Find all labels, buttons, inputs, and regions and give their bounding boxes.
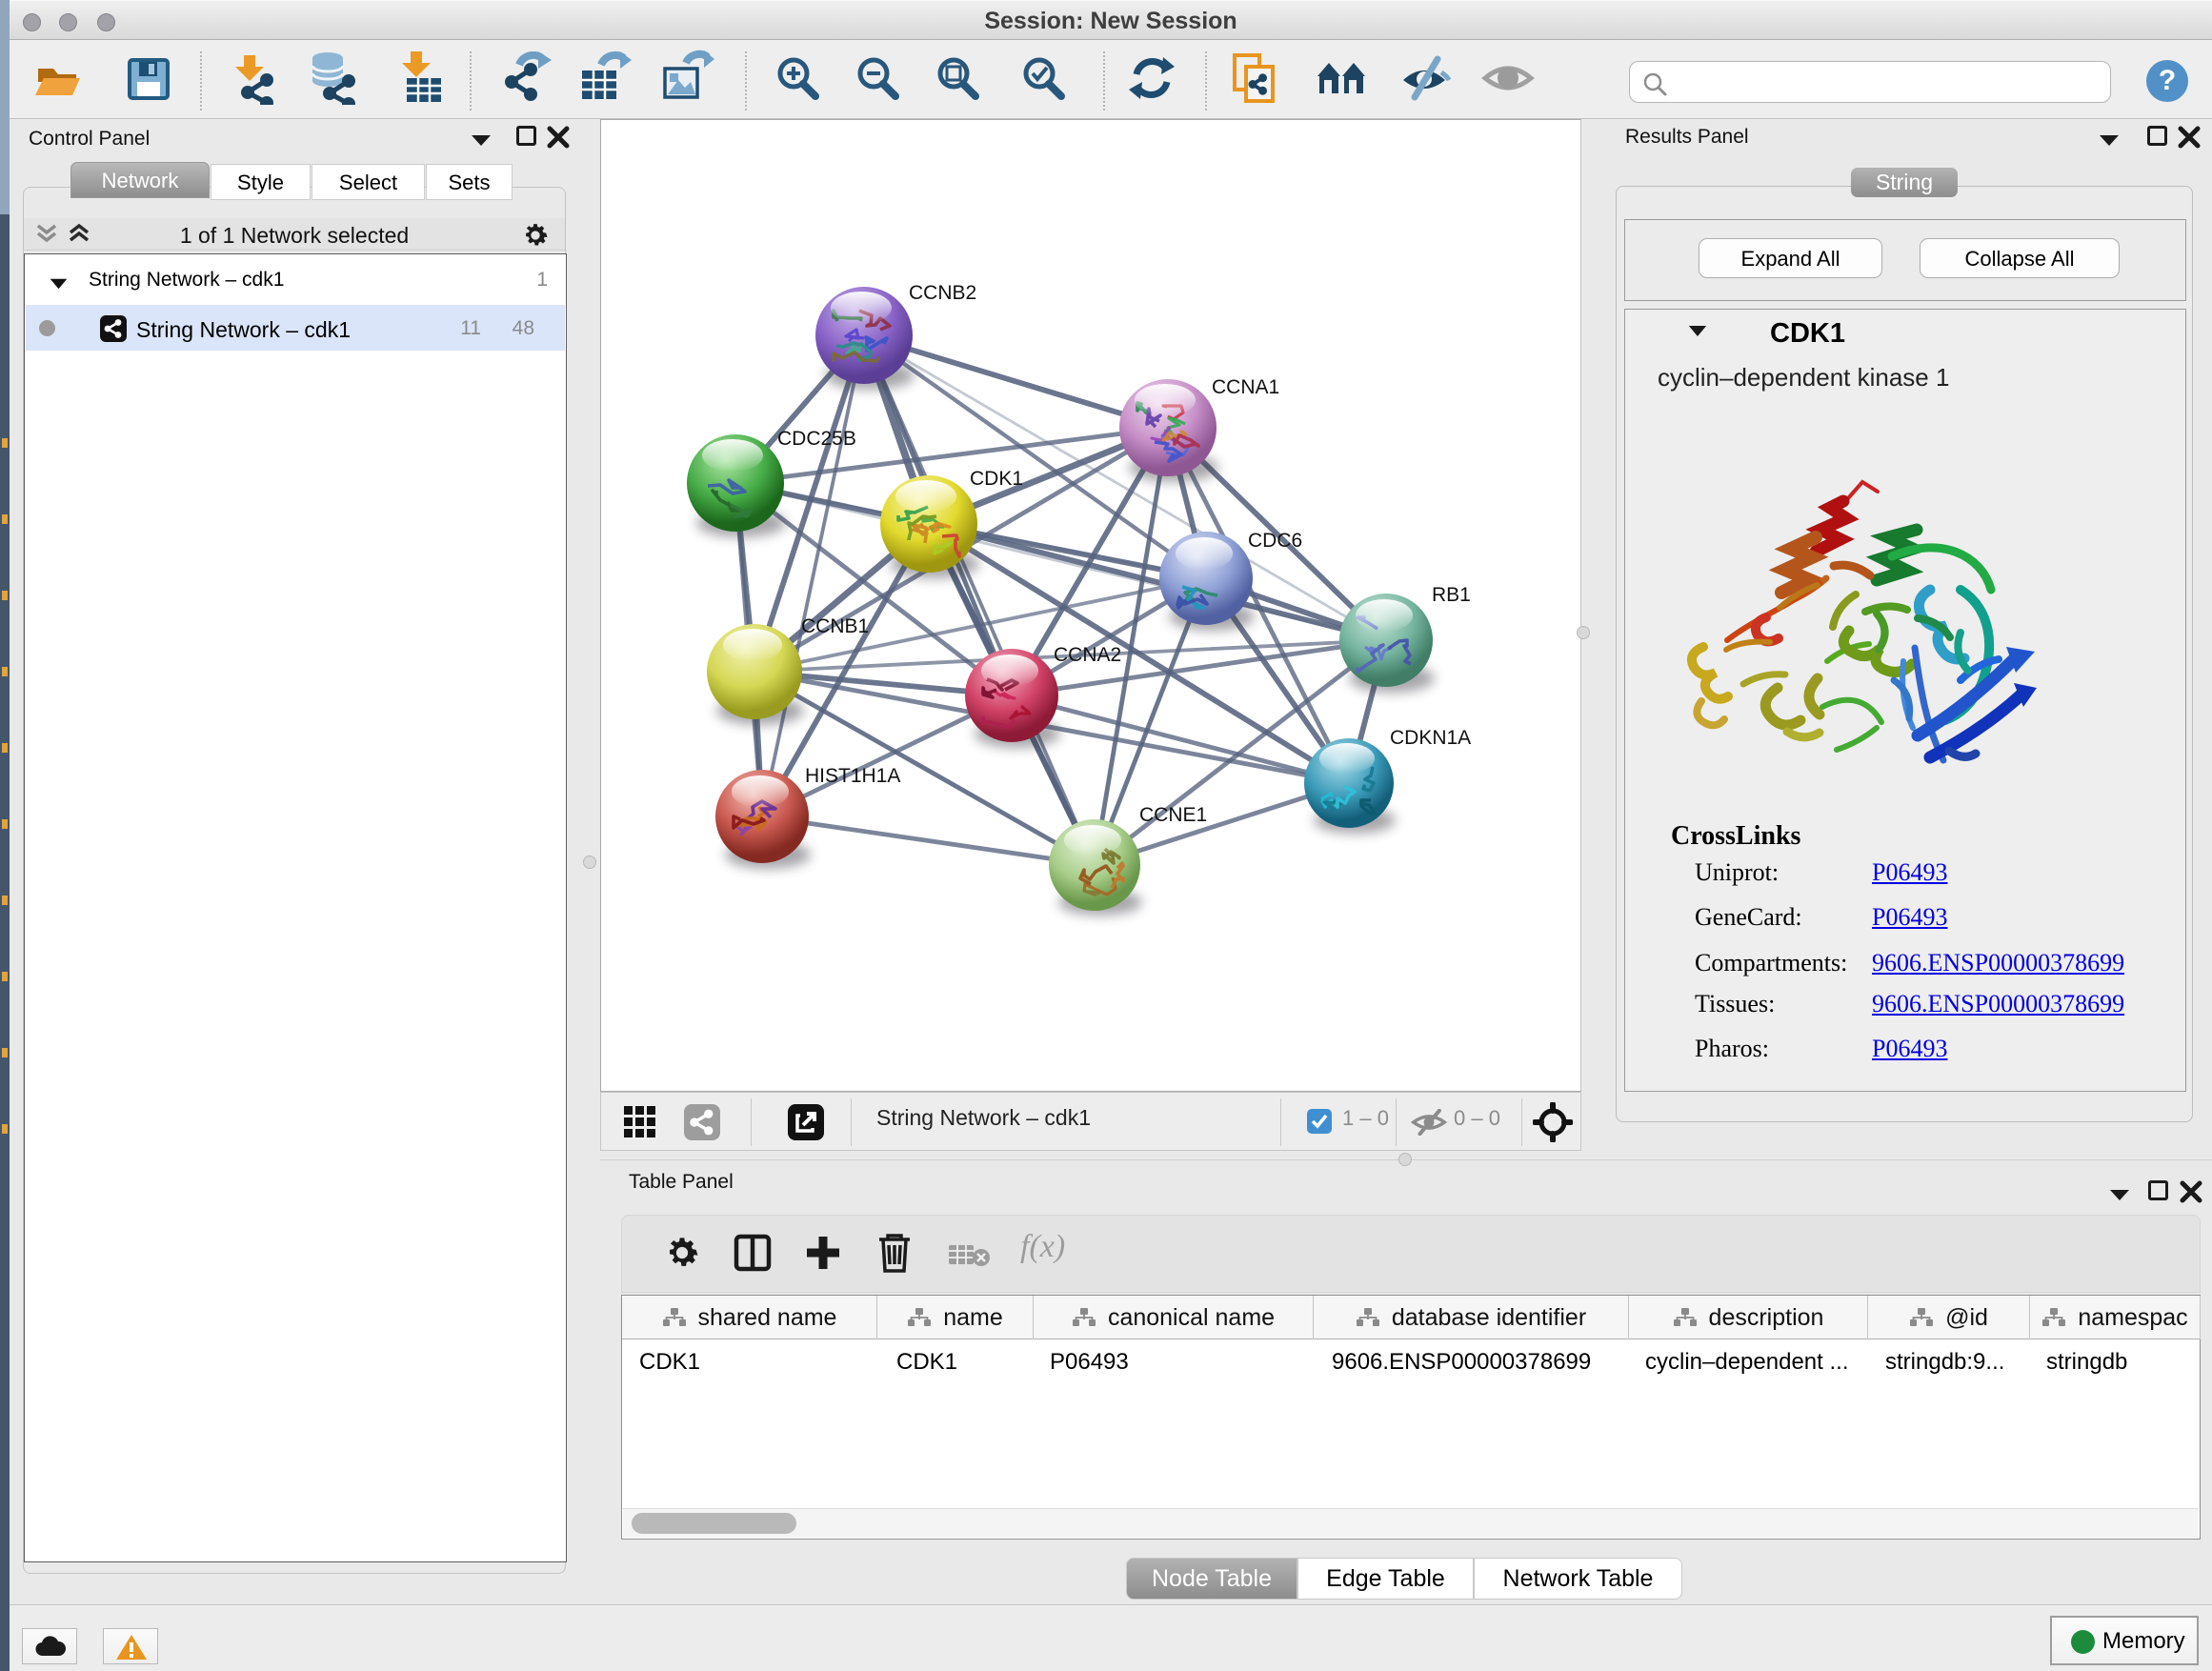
svg-text:CCNA2: CCNA2 (1054, 644, 1121, 666)
svg-text:CDK1: CDK1 (970, 468, 1023, 490)
svg-text:CDC25B: CDC25B (777, 428, 856, 450)
svg-text:CCNB1: CCNB1 (801, 615, 869, 637)
svg-text:CDKN1A: CDKN1A (1390, 727, 1471, 749)
svg-text:CCNE1: CCNE1 (1139, 804, 1207, 826)
svg-text:HIST1H1A: HIST1H1A (805, 765, 900, 787)
svg-text:CCNA1: CCNA1 (1212, 376, 1279, 398)
svg-text:RB1: RB1 (1432, 584, 1471, 606)
svg-text:CCNB2: CCNB2 (909, 282, 976, 304)
svg-text:CDC6: CDC6 (1248, 530, 1302, 552)
